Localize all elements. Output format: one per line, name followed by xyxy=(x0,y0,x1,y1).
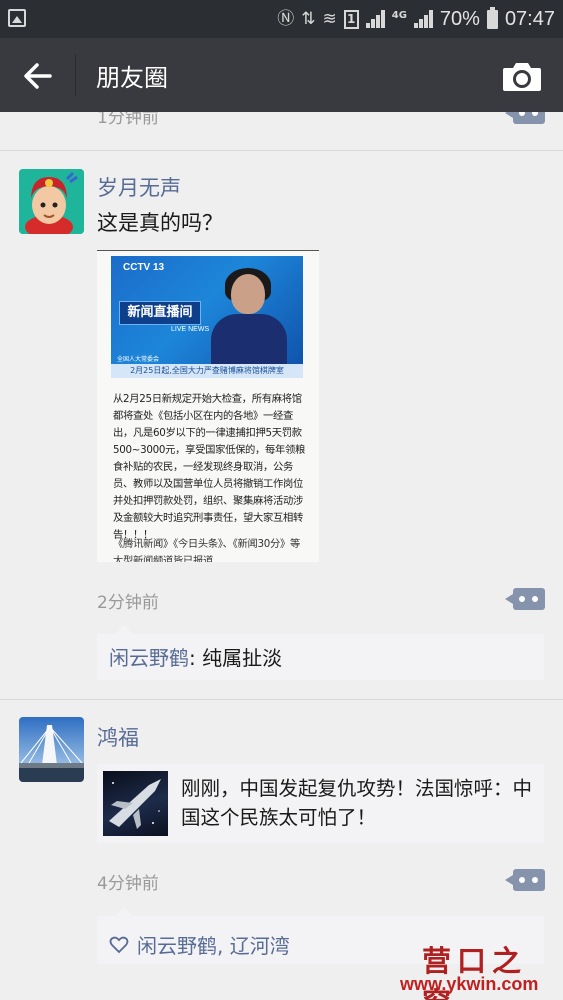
more-button[interactable] xyxy=(505,112,545,124)
camera-icon[interactable] xyxy=(501,58,543,94)
comment[interactable]: 闲云野鹤: 纯属扯淡 xyxy=(109,642,282,671)
cartoon-avatar-icon xyxy=(19,169,84,234)
comment-area: 闲云野鹤: 纯属扯淡 xyxy=(97,625,544,680)
previous-post-time: 1分钟前 xyxy=(97,112,159,128)
caption-bar: 2月25日起,全国大力严查赌博麻将馆棋牌室 xyxy=(111,364,303,378)
anchor-face xyxy=(231,274,265,314)
clock: 07:47 xyxy=(504,7,555,30)
likes-users[interactable]: 闲云野鹤, 辽河湾 xyxy=(137,930,290,959)
wifi-icon: ≋ xyxy=(322,8,337,29)
avatar[interactable] xyxy=(19,169,84,234)
more-button[interactable] xyxy=(505,869,545,891)
header-divider xyxy=(75,54,76,96)
arrow-left-icon[interactable] xyxy=(18,56,58,96)
post-text: 这是真的吗？ xyxy=(97,211,223,235)
page-title: 朋友圈 xyxy=(96,64,168,92)
signal-icon-2 xyxy=(413,10,433,28)
data-transfer-icon: ⇅ xyxy=(301,8,316,29)
app-bar: 朋友圈 xyxy=(0,38,563,112)
avatar[interactable] xyxy=(19,717,84,782)
post-time: 4分钟前 xyxy=(97,874,159,894)
caption-small: 全国人大常委会 xyxy=(117,356,160,363)
link-thumbnail xyxy=(103,771,168,836)
battery-icon xyxy=(486,6,498,29)
post-image[interactable]: CCTV 13 新闻直播间 LIVE NEWS 全国人大常委会 2月25日起,全… xyxy=(97,250,319,562)
post-divider xyxy=(0,150,563,151)
network-type: 4G xyxy=(391,9,407,21)
watermark-url: www.ykwin.com xyxy=(400,974,539,994)
jet-icon xyxy=(109,779,161,829)
likes-line: 闲云野鹤, 辽河湾 xyxy=(109,930,290,959)
post-divider xyxy=(0,699,563,700)
program-logo: 新闻直播间 xyxy=(119,301,201,325)
post-time: 2分钟前 xyxy=(97,593,159,613)
channel-label: CCTV 13 xyxy=(123,262,165,273)
comment-text: : 纯属扯淡 xyxy=(189,646,283,670)
status-bar: Ⓝ ⇅ ≋ 1 4G 70% 07:47 xyxy=(0,0,563,38)
image-body-text: 从2月25日新规定开始大检查，所有麻将馆都将查处《包括小区在内的各地》一经查出，… xyxy=(113,393,306,541)
shared-link-card[interactable]: 刚刚，中国发起复仇攻势！法国惊呼：中国这个民族太可怕了！ xyxy=(97,764,544,843)
more-button[interactable] xyxy=(505,588,545,610)
post-author[interactable]: 鸿福 xyxy=(97,722,139,752)
post-author[interactable]: 岁月无声 xyxy=(97,172,181,202)
bridge-avatar-icon xyxy=(19,717,84,782)
image-footer-text: 《腾讯新闻》《今日头条》、《新闻30分》等大型新闻频道皆已报道…… xyxy=(113,538,300,562)
news-screenshot: CCTV 13 新闻直播间 LIVE NEWS 全国人大常委会 2月25日起,全… xyxy=(111,256,303,378)
gallery-icon xyxy=(8,9,26,27)
nfc-icon: Ⓝ xyxy=(277,8,295,29)
sim-slot-indicator: 1 xyxy=(343,9,359,29)
comment-user[interactable]: 闲云野鹤 xyxy=(109,646,189,670)
moments-feed[interactable]: 1分钟前 岁月无声 这是真的吗？ CCTV 13 新闻直播间 LIVE NEWS… xyxy=(0,112,563,1000)
heart-icon xyxy=(109,936,129,953)
watermark: 营口之窗 www.ykwin.com xyxy=(400,938,560,1000)
signal-icon xyxy=(365,10,385,28)
battery-percent: 70% xyxy=(439,7,480,30)
link-title: 刚刚，中国发起复仇攻势！法国惊呼：中国这个民族太可怕了！ xyxy=(181,777,533,829)
program-logo-en: LIVE NEWS xyxy=(171,326,210,333)
